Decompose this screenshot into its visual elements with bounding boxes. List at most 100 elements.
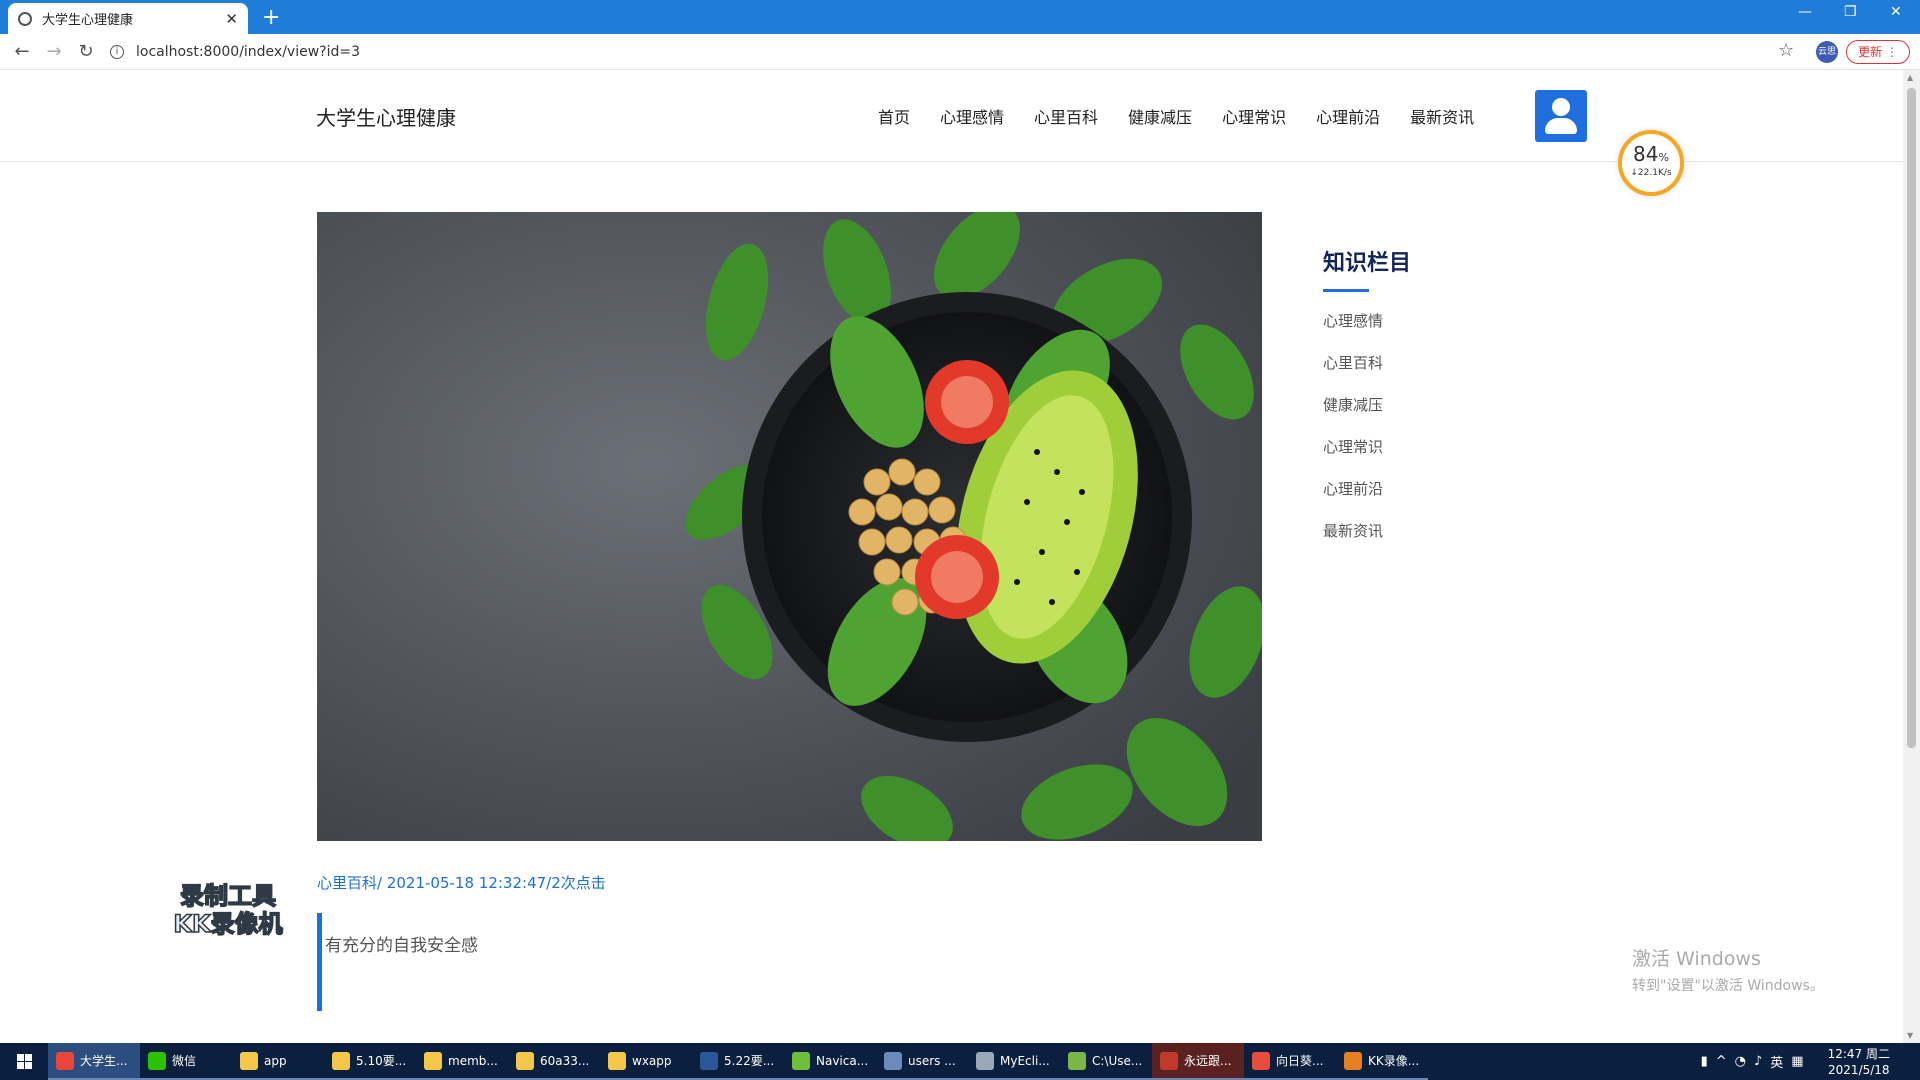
sidebar-item-frontier[interactable]: 心理前沿 <box>1323 478 1411 520</box>
taskbar-item[interactable]: wxapp <box>600 1043 692 1080</box>
windows-taskbar: 大学生... 微信 app 5.10要... memb... 60a33... wxapp 5… <box>0 1043 1920 1080</box>
user-icon-body <box>1545 118 1577 134</box>
info-icon[interactable]: i <box>110 45 124 59</box>
back-icon[interactable]: ← <box>6 41 38 62</box>
battery-icon[interactable]: ▮ <box>1701 1054 1708 1069</box>
close-window-icon[interactable]: ✕ <box>1890 4 1902 20</box>
taskbar-item[interactable]: 5.22要... <box>692 1043 784 1080</box>
main-nav: 首页 心理感情 心里百科 健康减压 心理常识 心理前沿 最新资讯 <box>878 104 1504 128</box>
minimize-icon[interactable]: — <box>1798 4 1812 20</box>
folder-icon <box>240 1051 258 1070</box>
article-category-link[interactable]: 心里百科 <box>317 874 377 892</box>
volume-icon[interactable]: ♪ <box>1754 1054 1762 1069</box>
sidebar-item-stress-relief[interactable]: 健康减压 <box>1323 394 1411 436</box>
tray-expand-icon[interactable]: ^ <box>1716 1054 1727 1069</box>
network-speed-widget[interactable]: 84% ↓22.1K/s <box>1618 130 1684 196</box>
taskbar-item-label: KK录像... <box>1368 1054 1420 1068</box>
taskbar-apps: 大学生... 微信 app 5.10要... memb... 60a33... wxapp 5… <box>48 1043 1428 1080</box>
taskbar-item-label: 60a33... <box>540 1053 590 1068</box>
sidebar-title-underline <box>1323 289 1369 292</box>
scroll-down-icon[interactable]: ▼ <box>1907 1031 1913 1040</box>
article-quote-text: 有充分的自我安全感 <box>325 936 478 956</box>
taskbar-item[interactable]: C:\Use... <box>1060 1043 1152 1080</box>
nav-emotion[interactable]: 心理感情 <box>940 104 1004 128</box>
taskbar-item[interactable]: 微信 <box>140 1043 232 1080</box>
taskbar-item[interactable]: 大学生... <box>48 1043 140 1080</box>
taskbar-item[interactable]: 向日葵... <box>1244 1043 1336 1080</box>
activate-windows-notice: 激活 Windows 转到"设置"以激活 Windows。 <box>1632 944 1824 995</box>
page-scrollbar[interactable]: ▲ ▼ <box>1903 70 1920 1043</box>
user-avatar-button[interactable] <box>1535 90 1587 142</box>
taskbar-item[interactable]: 5.10要... <box>324 1043 416 1080</box>
wechat-icon <box>148 1051 166 1070</box>
taskbar-item[interactable]: app <box>232 1043 324 1080</box>
nav-home[interactable]: 首页 <box>878 104 910 128</box>
watermark-line1: 录制工具 <box>179 881 277 911</box>
taskbar-item[interactable]: users ... <box>876 1043 968 1080</box>
sidebar-item-latest-news[interactable]: 最新资讯 <box>1323 520 1411 562</box>
salad-bowl-illustration <box>317 212 1262 841</box>
new-tab-button[interactable]: + <box>262 5 280 30</box>
address-bar[interactable]: i localhost:8000/index/view?id=3 <box>110 38 1790 66</box>
scroll-up-icon[interactable]: ▲ <box>1907 73 1913 82</box>
taskbar-item[interactable]: memb... <box>416 1043 508 1080</box>
article-meta: 心里百科/ 2021-05-18 12:32:47/2次点击 <box>317 872 606 893</box>
update-label: 更新 <box>1858 45 1883 59</box>
forward-icon[interactable]: → <box>38 41 70 62</box>
folder-icon <box>424 1051 442 1070</box>
start-button[interactable] <box>0 1043 48 1080</box>
taskbar-item[interactable]: Navica... <box>784 1043 876 1080</box>
taskbar-item-label: C:\Use... <box>1092 1053 1143 1068</box>
update-button[interactable]: 更新 ⋮ <box>1846 40 1910 64</box>
url-text: localhost:8000/index/view?id=3 <box>136 44 361 60</box>
article-clicks: 2次点击 <box>551 874 606 892</box>
myeclipse-icon <box>976 1051 994 1070</box>
reload-icon[interactable]: ↻ <box>70 41 102 62</box>
taskbar-item-label: 5.10要... <box>356 1054 407 1068</box>
windows-logo-icon <box>16 1054 32 1069</box>
activate-subtitle: 转到"设置"以激活 Windows。 <box>1632 978 1824 994</box>
keyboard-icon[interactable]: ▦ <box>1791 1054 1803 1069</box>
taskbar-item-label: 永远跟... <box>1184 1054 1232 1068</box>
taskbar-item[interactable]: 永远跟... <box>1152 1043 1244 1080</box>
taskbar-item-label: users ... <box>908 1053 956 1068</box>
nav-common-sense[interactable]: 心理常识 <box>1222 104 1286 128</box>
globe-icon <box>18 11 32 26</box>
ime-indicator[interactable]: 英 <box>1770 1052 1783 1071</box>
taskbar-item-label: 5.22要... <box>724 1054 775 1068</box>
site-title[interactable]: 大学生心理健康 <box>316 102 456 131</box>
sidebar-item-encyclopedia[interactable]: 心里百科 <box>1323 352 1411 394</box>
sidebar-item-common-sense[interactable]: 心理常识 <box>1323 436 1411 478</box>
taskbar-item[interactable]: MyEcli... <box>968 1043 1060 1080</box>
browser-tab[interactable]: 大学生心理健康 ✕ <box>8 3 248 34</box>
restore-icon[interactable]: ❐ <box>1844 4 1857 20</box>
system-tray: ▮ ^ ◔ ♪ 英 ▦ 12:47 周二 2021/5/18 <box>1697 1043 1920 1080</box>
scroll-thumb[interactable] <box>1907 88 1916 748</box>
sidebar-item-emotion[interactable]: 心理感情 <box>1323 310 1411 352</box>
nav-encyclopedia[interactable]: 心里百科 <box>1034 104 1098 128</box>
close-tab-icon[interactable]: ✕ <box>225 10 238 28</box>
site-header: 大学生心理健康 首页 心理感情 心里百科 健康减压 心理常识 心理前沿 最新资讯 <box>0 70 1903 162</box>
taskbar-item[interactable]: KK录像... <box>1336 1043 1428 1080</box>
table-icon <box>884 1051 902 1070</box>
nav-stress-relief[interactable]: 健康减压 <box>1128 104 1192 128</box>
speed-percent: 84% <box>1633 142 1669 166</box>
speed-rate: ↓22.1K/s <box>1630 168 1672 178</box>
recorder-watermark: 录制工具 KK录像机 <box>160 881 296 939</box>
taskbar-item[interactable]: 60a33... <box>508 1043 600 1080</box>
sidebar-list: 心理感情 心里百科 健康减压 心理常识 心理前沿 最新资讯 <box>1323 310 1411 562</box>
notepad-icon <box>1068 1051 1086 1070</box>
taskbar-clock[interactable]: 12:47 周二 2021/5/18 <box>1828 1046 1890 1078</box>
network-icon[interactable]: ◔ <box>1735 1054 1746 1069</box>
article-quote: 有充分的自我安全感 <box>317 913 1262 1011</box>
nav-frontier[interactable]: 心理前沿 <box>1316 104 1380 128</box>
nav-latest-news[interactable]: 最新资讯 <box>1410 104 1474 128</box>
sunflower-icon <box>1252 1051 1270 1070</box>
bookmark-star-icon[interactable]: ☆ <box>1778 40 1794 61</box>
knowledge-sidebar: 知识栏目 心理感情 心里百科 健康减压 心理常识 心理前沿 最新资讯 <box>1323 245 1411 562</box>
clock-date: 2021/5/18 <box>1828 1062 1890 1077</box>
clock-time: 12:47 周二 <box>1827 1046 1890 1061</box>
taskbar-item-label: app <box>264 1053 287 1068</box>
profile-avatar[interactable]: 云思 <box>1816 41 1838 63</box>
taskbar-item-label: memb... <box>448 1053 498 1068</box>
